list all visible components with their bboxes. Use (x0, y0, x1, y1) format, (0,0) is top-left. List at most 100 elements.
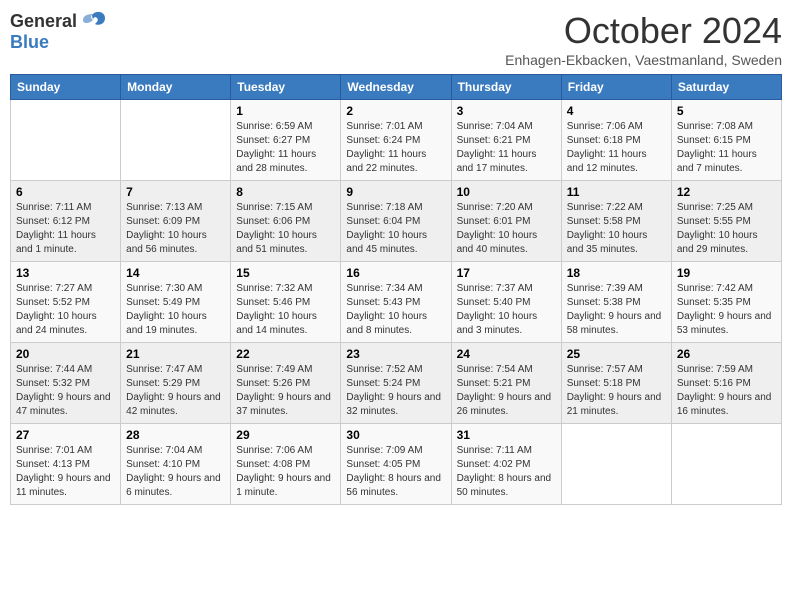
day-info: Sunrise: 7:20 AM Sunset: 6:01 PM Dayligh… (457, 201, 556, 257)
day-cell: 6Sunrise: 7:11 AM Sunset: 6:12 PM Daylig… (11, 181, 121, 262)
day-cell: 3Sunrise: 7:04 AM Sunset: 6:21 PM Daylig… (451, 100, 561, 181)
week-row-5: 27 Sunrise: 7:01 AM Sunset: 4:13 PM Dayli… (11, 424, 782, 505)
day-number: 29 (236, 428, 335, 442)
day-number: 5 (677, 104, 776, 118)
day-cell: 20 Sunrise: 7:44 AM Sunset: 5:32 PM Dayli… (11, 343, 121, 424)
day-number: 15 (236, 266, 335, 280)
day-cell: 22 Sunrise: 7:49 AM Sunset: 5:26 PM Dayli… (231, 343, 341, 424)
day-cell: 15 Sunrise: 7:32 AM Sunset: 5:46 PM Dayli… (231, 262, 341, 343)
day-number: 17 (457, 266, 556, 280)
day-info: Sunrise: 7:32 AM Sunset: 5:46 PM Dayligh… (236, 282, 335, 338)
week-row-3: 13 Sunrise: 7:27 AM Sunset: 5:52 PM Dayli… (11, 262, 782, 343)
day-info: Sunrise: 7:47 AM Sunset: 5:29 PM Dayligh… (126, 363, 225, 419)
day-info: Sunrise: 7:01 AM Sunset: 6:24 PM Dayligh… (346, 120, 445, 176)
day-number: 25 (567, 347, 666, 361)
day-info: Sunrise: 7:42 AM Sunset: 5:35 PM Dayligh… (677, 282, 776, 338)
logo-blue: Blue (10, 32, 49, 52)
day-number: 31 (457, 428, 556, 442)
page-header: General Blue October 2024 Enhagen-Ekback… (10, 10, 782, 68)
day-info: Sunrise: 7:11 AM Sunset: 4:02 PM Dayligh… (457, 444, 556, 500)
location-subtitle: Enhagen-Ekbacken, Vaestmanland, Sweden (505, 52, 782, 68)
day-cell: 19 Sunrise: 7:42 AM Sunset: 5:35 PM Dayli… (671, 262, 781, 343)
day-info: Sunrise: 7:30 AM Sunset: 5:49 PM Dayligh… (126, 282, 225, 338)
day-number: 21 (126, 347, 225, 361)
day-cell (561, 424, 671, 505)
day-info: Sunrise: 7:01 AM Sunset: 4:13 PM Dayligh… (16, 444, 115, 500)
day-cell: 29 Sunrise: 7:06 AM Sunset: 4:08 PM Dayli… (231, 424, 341, 505)
day-number: 6 (16, 185, 115, 199)
logo-bird-icon (79, 10, 107, 32)
day-cell (121, 100, 231, 181)
day-info: Sunrise: 7:34 AM Sunset: 5:43 PM Dayligh… (346, 282, 445, 338)
day-number: 30 (346, 428, 445, 442)
day-number: 28 (126, 428, 225, 442)
day-cell: 16 Sunrise: 7:34 AM Sunset: 5:43 PM Dayli… (341, 262, 451, 343)
day-number: 20 (16, 347, 115, 361)
day-cell: 7 Sunrise: 7:13 AM Sunset: 6:09 PM Daylig… (121, 181, 231, 262)
day-cell: 10Sunrise: 7:20 AM Sunset: 6:01 PM Dayli… (451, 181, 561, 262)
day-info: Sunrise: 7:13 AM Sunset: 6:09 PM Dayligh… (126, 201, 225, 257)
day-cell: 8Sunrise: 7:15 AM Sunset: 6:06 PM Daylig… (231, 181, 341, 262)
day-info: Sunrise: 6:59 AM Sunset: 6:27 PM Dayligh… (236, 120, 335, 176)
calendar-header: SundayMondayTuesdayWednesdayThursdayFrid… (11, 75, 782, 100)
day-number: 24 (457, 347, 556, 361)
day-info: Sunrise: 7:57 AM Sunset: 5:18 PM Dayligh… (567, 363, 666, 419)
day-cell (11, 100, 121, 181)
day-number: 12 (677, 185, 776, 199)
day-cell: 14 Sunrise: 7:30 AM Sunset: 5:49 PM Dayli… (121, 262, 231, 343)
header-day-wednesday: Wednesday (341, 75, 451, 100)
day-number: 23 (346, 347, 445, 361)
day-number: 3 (457, 104, 556, 118)
day-cell: 26 Sunrise: 7:59 AM Sunset: 5:16 PM Dayli… (671, 343, 781, 424)
day-cell: 17Sunrise: 7:37 AM Sunset: 5:40 PM Dayli… (451, 262, 561, 343)
header-day-saturday: Saturday (671, 75, 781, 100)
day-number: 26 (677, 347, 776, 361)
day-info: Sunrise: 7:44 AM Sunset: 5:32 PM Dayligh… (16, 363, 115, 419)
day-info: Sunrise: 7:06 AM Sunset: 4:08 PM Dayligh… (236, 444, 335, 500)
day-info: Sunrise: 7:27 AM Sunset: 5:52 PM Dayligh… (16, 282, 115, 338)
calendar-table: SundayMondayTuesdayWednesdayThursdayFrid… (10, 74, 782, 505)
header-day-sunday: Sunday (11, 75, 121, 100)
day-number: 22 (236, 347, 335, 361)
calendar-body: 1 Sunrise: 6:59 AM Sunset: 6:27 PM Daylig… (11, 100, 782, 505)
logo: General Blue (10, 10, 107, 53)
day-cell: 18Sunrise: 7:39 AM Sunset: 5:38 PM Dayli… (561, 262, 671, 343)
day-info: Sunrise: 7:09 AM Sunset: 4:05 PM Dayligh… (346, 444, 445, 500)
day-cell: 5 Sunrise: 7:08 AM Sunset: 6:15 PM Daylig… (671, 100, 781, 181)
day-info: Sunrise: 7:39 AM Sunset: 5:38 PM Dayligh… (567, 282, 666, 338)
day-info: Sunrise: 7:18 AM Sunset: 6:04 PM Dayligh… (346, 201, 445, 257)
day-info: Sunrise: 7:08 AM Sunset: 6:15 PM Dayligh… (677, 120, 776, 176)
day-info: Sunrise: 7:15 AM Sunset: 6:06 PM Dayligh… (236, 201, 335, 257)
logo-general: General (10, 11, 77, 32)
day-cell: 9Sunrise: 7:18 AM Sunset: 6:04 PM Daylig… (341, 181, 451, 262)
day-info: Sunrise: 7:06 AM Sunset: 6:18 PM Dayligh… (567, 120, 666, 176)
header-day-monday: Monday (121, 75, 231, 100)
day-cell: 25 Sunrise: 7:57 AM Sunset: 5:18 PM Dayli… (561, 343, 671, 424)
day-cell: 28 Sunrise: 7:04 AM Sunset: 4:10 PM Dayli… (121, 424, 231, 505)
day-info: Sunrise: 7:04 AM Sunset: 4:10 PM Dayligh… (126, 444, 225, 500)
day-info: Sunrise: 7:22 AM Sunset: 5:58 PM Dayligh… (567, 201, 666, 257)
day-number: 13 (16, 266, 115, 280)
title-block: October 2024 Enhagen-Ekbacken, Vaestmanl… (505, 10, 782, 68)
day-number: 16 (346, 266, 445, 280)
day-cell: 21 Sunrise: 7:47 AM Sunset: 5:29 PM Dayli… (121, 343, 231, 424)
header-day-thursday: Thursday (451, 75, 561, 100)
day-cell: 27 Sunrise: 7:01 AM Sunset: 4:13 PM Dayli… (11, 424, 121, 505)
day-number: 7 (126, 185, 225, 199)
day-info: Sunrise: 7:49 AM Sunset: 5:26 PM Dayligh… (236, 363, 335, 419)
day-cell: 31 Sunrise: 7:11 AM Sunset: 4:02 PM Dayli… (451, 424, 561, 505)
day-number: 1 (236, 104, 335, 118)
day-cell: 2 Sunrise: 7:01 AM Sunset: 6:24 PM Daylig… (341, 100, 451, 181)
day-number: 14 (126, 266, 225, 280)
day-info: Sunrise: 7:54 AM Sunset: 5:21 PM Dayligh… (457, 363, 556, 419)
day-number: 19 (677, 266, 776, 280)
day-number: 11 (567, 185, 666, 199)
day-info: Sunrise: 7:59 AM Sunset: 5:16 PM Dayligh… (677, 363, 776, 419)
day-info: Sunrise: 7:25 AM Sunset: 5:55 PM Dayligh… (677, 201, 776, 257)
header-row: SundayMondayTuesdayWednesdayThursdayFrid… (11, 75, 782, 100)
week-row-1: 1 Sunrise: 6:59 AM Sunset: 6:27 PM Daylig… (11, 100, 782, 181)
day-number: 2 (346, 104, 445, 118)
week-row-4: 20 Sunrise: 7:44 AM Sunset: 5:32 PM Dayli… (11, 343, 782, 424)
day-number: 27 (16, 428, 115, 442)
week-row-2: 6Sunrise: 7:11 AM Sunset: 6:12 PM Daylig… (11, 181, 782, 262)
